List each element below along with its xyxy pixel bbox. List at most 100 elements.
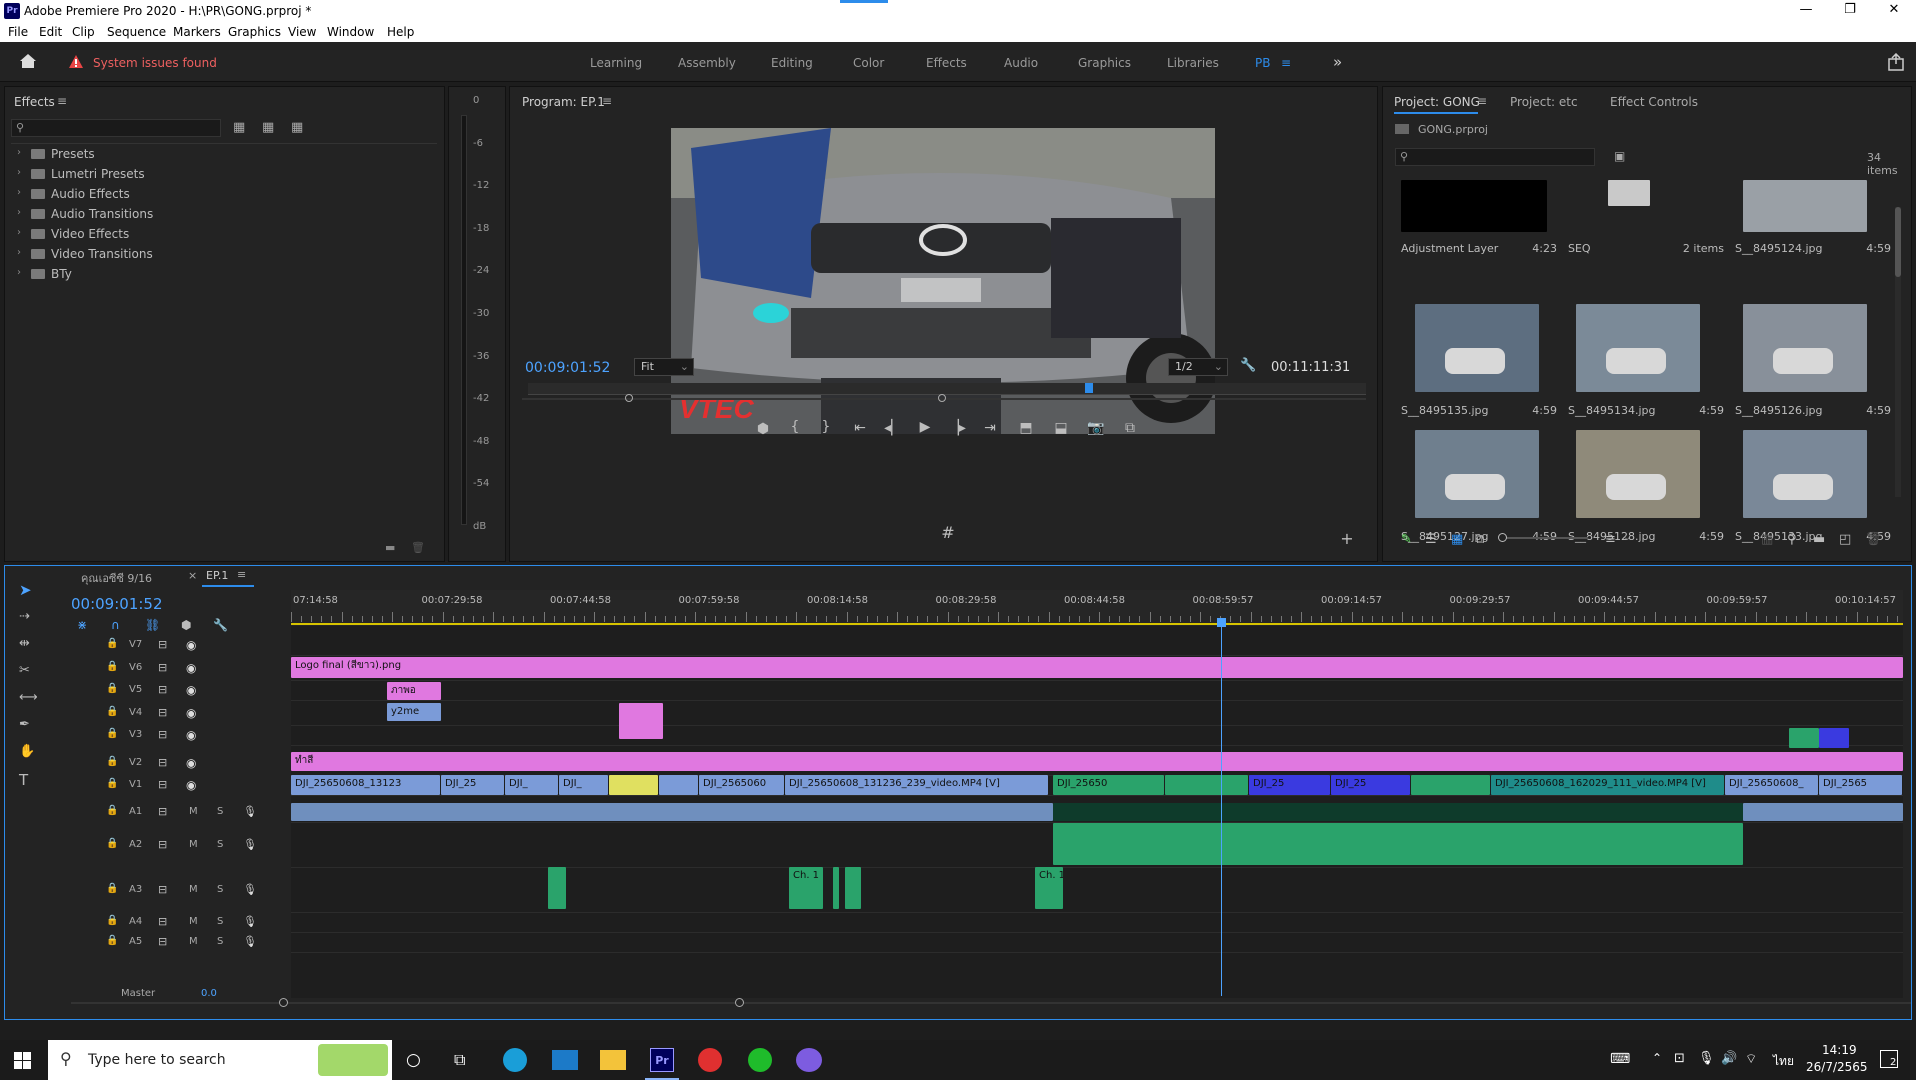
clip-v1[interactable]: DJI_25650608_162029_111_video.MP4 [V] [1491, 775, 1724, 795]
sync-lock-icon[interactable]: ⊟ [158, 778, 167, 791]
network-icon[interactable]: ⊡ [1674, 1051, 1685, 1066]
clip-v1[interactable] [1411, 775, 1490, 795]
sync-lock-icon[interactable]: ⊟ [158, 728, 167, 741]
chevron-up-icon[interactable]: ⌃ [1652, 1051, 1662, 1065]
tree-presets[interactable]: › Presets [17, 147, 95, 167]
menu-sequence[interactable]: Sequence [107, 25, 166, 39]
eye-icon[interactable]: ◉ [186, 778, 196, 792]
clip-v4-b[interactable] [619, 703, 663, 739]
sync-lock-icon[interactable]: ⊟ [158, 756, 167, 769]
eye-icon[interactable]: ◉ [186, 728, 196, 742]
zoom-slider[interactable] [1503, 537, 1588, 539]
app-icon-red[interactable] [698, 1048, 722, 1072]
edge-icon[interactable] [503, 1048, 527, 1072]
microphone-icon[interactable]: 🎙 [243, 935, 257, 948]
project-item[interactable]: S__8495127.jpg4:59 [1401, 430, 1559, 548]
mute-button[interactable]: M [189, 884, 198, 895]
clip-v1[interactable]: DJI_25 [1331, 775, 1410, 795]
tab-effects[interactable]: Effects [926, 56, 967, 70]
lock-icon[interactable]: 🔒 [106, 883, 118, 894]
menu-markers[interactable]: Markers [173, 25, 221, 39]
sync-lock-icon[interactable]: ⊟ [158, 838, 167, 851]
maximize-button[interactable]: ❐ [1830, 2, 1870, 17]
minimize-button[interactable]: — [1786, 2, 1826, 17]
timeline-playhead-line[interactable] [1221, 624, 1222, 996]
tree-audio-effects[interactable]: › Audio Effects [17, 187, 130, 207]
project-item[interactable]: S__8495124.jpg 4:59 [1735, 180, 1893, 298]
new-bin-icon[interactable]: ▬ [385, 541, 395, 554]
nest-icon[interactable]: ⋇ [77, 618, 87, 632]
discord-icon[interactable] [796, 1048, 822, 1072]
file-explorer-icon[interactable] [600, 1050, 626, 1070]
timeline-scrollbar[interactable] [71, 1002, 1911, 1004]
lock-icon[interactable]: 🔒 [106, 805, 118, 816]
close-button[interactable]: ✕ [1874, 2, 1914, 17]
sync-lock-icon[interactable]: ⊟ [158, 706, 167, 719]
timeline-ruler[interactable]: 07:14:58 00:07:29:58 00:07:44:58 00:07:59:5… [291, 590, 1903, 626]
tree-lumetri[interactable]: › Lumetri Presets [17, 167, 145, 187]
tab-pb[interactable]: PB [1255, 56, 1270, 70]
go-to-out-icon[interactable]: ⇥ [979, 420, 1001, 436]
wrench-icon[interactable]: 🔧 [1240, 358, 1256, 373]
mark-in-icon[interactable]: { [784, 419, 806, 435]
find-bottom-icon[interactable]: ⚲ [1787, 532, 1797, 547]
clear-icon[interactable]: 🗑 [1865, 532, 1882, 547]
project-item[interactable]: S__8495128.jpg 4:59 [1568, 430, 1726, 548]
solo-button[interactable]: S [217, 936, 223, 947]
lock-icon[interactable]: 🔒 [106, 756, 118, 767]
new-item-icon[interactable]: ◰ [1839, 532, 1851, 547]
lock-icon[interactable]: 🔒 [106, 638, 118, 649]
microphone-icon[interactable]: 🎙 [243, 838, 257, 851]
effects-menu-icon[interactable]: ≡ [57, 94, 67, 108]
clip-v1[interactable]: DJI_ [559, 775, 608, 795]
solo-button[interactable]: S [217, 839, 223, 850]
clip-v1[interactable]: DJI_25650608_13123 [291, 775, 440, 795]
solo-button[interactable]: S [217, 806, 223, 817]
type-tool-icon[interactable]: T [19, 771, 28, 789]
menu-file[interactable]: File [8, 25, 28, 39]
program-menu-icon[interactable]: ≡ [602, 94, 612, 108]
pen-tool-icon[interactable]: ✒ [19, 717, 30, 732]
project-etc-tab[interactable]: Project: etc [1510, 95, 1578, 109]
mark-out-icon[interactable]: } [815, 419, 837, 435]
timeline-settings-icon[interactable]: 🔧 [213, 618, 228, 632]
windows-start-icon[interactable] [14, 1052, 31, 1072]
microphone-icon[interactable]: 🎙 [1698, 1051, 1715, 1066]
line-icon[interactable] [748, 1048, 772, 1072]
razor-tool-icon[interactable]: ✂ [19, 663, 30, 678]
menu-view[interactable]: View [288, 25, 316, 39]
sync-lock-icon[interactable]: ⊟ [158, 661, 167, 674]
microphone-icon[interactable]: 🎙 [243, 915, 257, 928]
share-icon[interactable] [1887, 52, 1905, 74]
tree-audio-transitions[interactable]: › Audio Transitions [17, 207, 153, 227]
lock-icon[interactable]: 🔒 [106, 728, 118, 739]
more-workspaces-button[interactable]: » [1333, 53, 1342, 71]
snap-icon[interactable]: ∩ [111, 618, 120, 632]
system-issues-link[interactable]: System issues found [93, 56, 217, 70]
clip-v1[interactable]: DJI_ [505, 775, 558, 795]
project-item[interactable]: S__8495126.jpg 4:59 [1735, 304, 1893, 422]
task-view-icon[interactable]: ⧉ [454, 1050, 465, 1070]
wifi-icon[interactable]: ⌔ [1745, 1051, 1757, 1067]
freeform-view-icon[interactable]: ⧉ [1475, 532, 1484, 547]
add-marker-icon[interactable]: ⬢ [181, 618, 191, 632]
clip-v1[interactable]: DJI_25650608_131236_239_video.MP4 [V] [785, 775, 1048, 795]
mute-button[interactable]: M [189, 806, 198, 817]
sequence-tab-1[interactable]: คุณเอซีซี 9/16 [81, 569, 152, 587]
resolution-select[interactable]: 1/2 ⌄ [1168, 358, 1228, 376]
project-item[interactable]: S__8495133.jpg 4:59 [1735, 430, 1893, 548]
sync-lock-icon[interactable]: ⊟ [158, 683, 167, 696]
play-icon[interactable]: ▶ [914, 419, 936, 435]
clip-a3-d[interactable] [845, 867, 861, 909]
track-select-icon[interactable]: ⇢ [19, 609, 30, 624]
project-item[interactable]: S__8495135.jpg 4:59 [1401, 304, 1559, 422]
clip-a3-a[interactable] [548, 867, 566, 909]
sync-lock-icon[interactable]: ⊟ [158, 883, 167, 896]
clip-v1[interactable] [609, 775, 658, 795]
eye-icon[interactable]: ◉ [186, 683, 196, 697]
clip-v1[interactable]: DJI_25 [441, 775, 504, 795]
go-to-in-icon[interactable]: ⇤ [849, 420, 871, 436]
microphone-icon[interactable]: 🎙 [243, 883, 257, 896]
export-frame-icon[interactable]: 📷 [1085, 420, 1107, 436]
lock-icon[interactable]: 🔒 [106, 778, 118, 789]
